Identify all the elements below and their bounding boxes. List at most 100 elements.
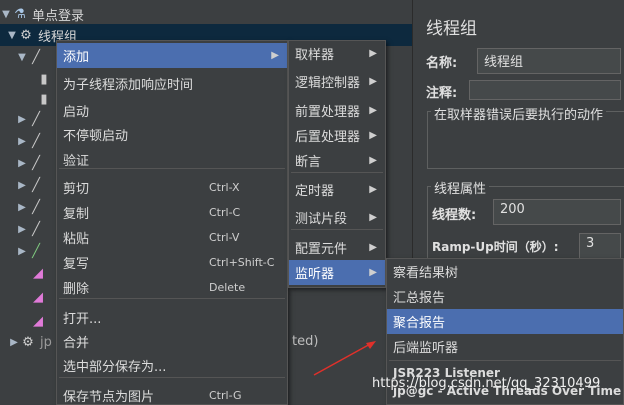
context-menu-shortcut: Ctrl-G: [209, 389, 242, 402]
context-menu-item[interactable]: 合并: [57, 329, 287, 354]
collapse-arrow-icon[interactable]: ▶: [16, 202, 28, 213]
add-submenu-item[interactable]: 后置处理器 ▶: [289, 123, 385, 148]
tree-child-row[interactable]: ▶ ╱: [16, 152, 44, 174]
context-menu-item-label: 打开...: [63, 312, 102, 327]
threads-input[interactable]: 200: [493, 199, 621, 225]
name-label: 名称:: [426, 56, 458, 71]
graph-icon: ◢: [33, 313, 43, 329]
context-menu-item-label: 不停顿启动: [63, 129, 129, 144]
submenu-arrow-icon: ▶: [369, 184, 377, 195]
context-menu-item[interactable]: 启动: [57, 98, 287, 123]
collapse-arrow-icon[interactable]: ▶: [16, 224, 28, 235]
collapse-arrow-icon[interactable]: ▶: [16, 246, 28, 257]
threads-label: 线程数:: [432, 208, 477, 223]
collapse-arrow-icon[interactable]: ▶: [16, 158, 28, 169]
context-menu-item-label: 保存节点为图片: [63, 390, 155, 405]
listener-submenu-item[interactable]: 汇总报告: [387, 284, 623, 309]
collapse-arrow-icon[interactable]: ▶: [8, 337, 20, 348]
context-menu-item-label: 为子线程添加响应时间: [63, 78, 194, 93]
context-menu-item[interactable]: 选中部分保存为...: [57, 353, 287, 378]
rampup-label: Ramp-Up时间（秒）:: [432, 240, 559, 254]
tree-child-row[interactable]: ▶ ╱: [16, 108, 44, 130]
listener-submenu-item[interactable]: 后端监听器: [387, 334, 623, 359]
context-menu-item[interactable]: 复写 Ctrl+Shift-C: [57, 250, 287, 275]
add-submenu-item[interactable]: 定时器 ▶: [289, 177, 385, 202]
add-submenu-item[interactable]: 断言 ▶: [289, 148, 385, 173]
thread-props-title: 线程属性: [431, 178, 490, 197]
add-submenu-item[interactable]: 前置处理器 ▶: [289, 98, 385, 123]
tree-child-row[interactable]: ◢: [30, 310, 46, 332]
name-input[interactable]: 线程组: [477, 48, 621, 74]
context-menu-item[interactable]: 保存节点为图片 Ctrl-G: [57, 383, 287, 405]
submenu-arrow-icon: ▶: [369, 130, 377, 141]
add-submenu-item-label: 断言: [295, 155, 322, 170]
context-menu-item[interactable]: 剪切 Ctrl-X: [57, 175, 287, 200]
tree-child-row[interactable]: ◢: [30, 262, 46, 284]
expand-arrow-icon[interactable]: ▼: [6, 30, 18, 41]
tree-node-label-partial: jp: [40, 334, 52, 350]
add-submenu-item-label: 后置处理器: [295, 130, 361, 145]
add-submenu-item[interactable]: 配置元件 ▶: [289, 235, 385, 260]
listener-submenu-item-label: 汇总报告: [393, 291, 446, 306]
gear-icon: ⚙: [22, 334, 34, 350]
tree-child-row[interactable]: ▶ ╱: [16, 218, 44, 240]
menu-separator: [291, 229, 383, 230]
comment-input[interactable]: [469, 80, 621, 100]
rampup-input[interactable]: 3: [579, 233, 621, 259]
listener-submenu-item[interactable]: 察看结果树: [387, 259, 623, 284]
context-menu-item[interactable]: 粘贴 Ctrl-V: [57, 225, 287, 250]
tree-child-row[interactable]: ▮: [36, 88, 52, 110]
context-menu-item-label: 选中部分保存为...: [63, 360, 167, 375]
expand-arrow-icon[interactable]: ▼: [0, 9, 12, 20]
tree-root-row[interactable]: ▼ ⚗ 单点登录: [0, 3, 412, 25]
tree-child-row[interactable]: ▼ ╱: [16, 46, 44, 68]
tree-child-row[interactable]: ▶ ╱: [16, 196, 44, 218]
menu-separator: [389, 360, 621, 361]
add-submenu-item[interactable]: 取样器 ▶: [289, 41, 385, 66]
context-menu: 添加 ▶ 为子线程添加响应时间 启动 不停顿启动 验证 剪切 Ctrl-X 复制 Ctrl-C 粘贴…: [56, 40, 288, 405]
add-submenu-item-label: 前置处理器: [295, 105, 361, 120]
add-submenu-item[interactable]: 测试片段 ▶: [289, 205, 385, 230]
submenu-arrow-icon: ▶: [369, 267, 377, 278]
context-menu-item[interactable]: 打开...: [57, 305, 287, 330]
submenu-arrow-icon: ▶: [369, 105, 377, 116]
graph-icon: ◢: [33, 289, 43, 305]
pipette-icon: ╱: [32, 177, 40, 193]
collapse-arrow-icon[interactable]: ▶: [16, 114, 28, 125]
submenu-arrow-icon: ▶: [369, 212, 377, 223]
context-menu-shortcut: Ctrl-C: [209, 206, 241, 219]
context-menu-item[interactable]: 添加 ▶: [57, 43, 287, 68]
add-submenu-item-label: 取样器: [295, 48, 335, 63]
context-menu-item[interactable]: 复制 Ctrl-C: [57, 200, 287, 225]
collapse-arrow-icon[interactable]: ▶: [16, 180, 28, 191]
context-menu-item[interactable]: 不停顿启动: [57, 122, 287, 147]
tree-child-row[interactable]: ◢: [30, 286, 46, 308]
submenu-arrow-icon: ▶: [369, 155, 377, 166]
submenu-arrow-icon: ▶: [369, 242, 377, 253]
pipette-icon: ╱: [32, 155, 40, 171]
context-menu-item-label: 启动: [63, 105, 90, 120]
add-submenu-item[interactable]: 逻辑控制器 ▶: [289, 69, 385, 94]
menu-separator: [59, 298, 285, 299]
context-menu-item[interactable]: 删除 Delete: [57, 275, 287, 300]
expand-arrow-icon[interactable]: ▼: [16, 52, 28, 63]
collapse-arrow-icon[interactable]: ▶: [16, 136, 28, 147]
listener-submenu-item[interactable]: 聚合报告: [387, 309, 623, 334]
add-submenu-item-label: 监听器: [295, 267, 335, 282]
tree-child-row[interactable]: ▶ ╱: [16, 240, 44, 262]
tree-child-row[interactable]: ▶ ╱: [16, 174, 44, 196]
context-menu-shortcut: Ctrl+Shift-C: [209, 256, 275, 269]
context-menu-shortcut: Delete: [209, 281, 246, 294]
add-submenu-item[interactable]: 监听器 ▶: [289, 260, 385, 285]
element-icon: ▮: [40, 71, 48, 87]
context-menu-item[interactable]: 为子线程添加响应时间: [57, 71, 287, 96]
tree-child-row[interactable]: ▶ ⚙ jp: [8, 331, 52, 353]
tree-root-label: 单点登录: [32, 8, 85, 24]
tree-child-row[interactable]: ▮: [36, 68, 52, 90]
menu-separator: [291, 172, 383, 173]
add-submenu-item-label: 配置元件: [295, 242, 348, 257]
context-menu-item-label: 添加: [63, 50, 90, 65]
tree-child-row[interactable]: ▶ ╱: [16, 130, 44, 152]
context-menu-item-label: 复写: [63, 257, 90, 272]
listener-submenu-item-label: 后端监听器: [393, 341, 459, 356]
